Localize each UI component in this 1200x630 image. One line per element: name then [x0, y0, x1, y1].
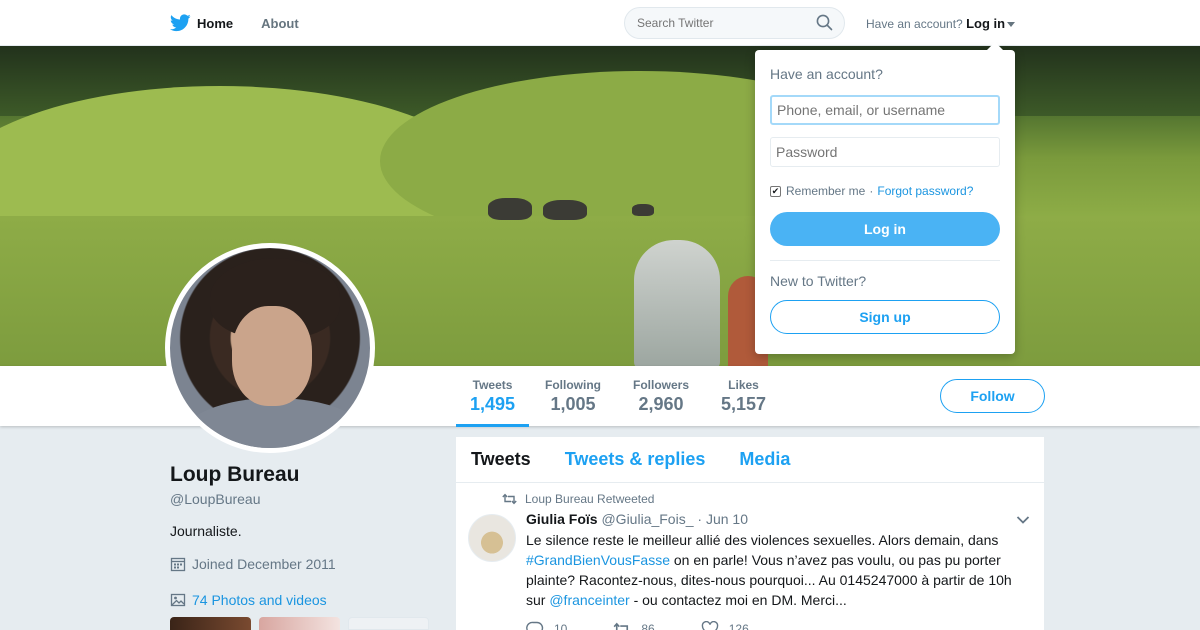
profile-name[interactable]: Loup Bureau	[170, 463, 300, 487]
username-field[interactable]	[770, 95, 1000, 125]
login-menu-label[interactable]: Log in	[966, 16, 1005, 31]
media-thumbnail[interactable]	[170, 617, 251, 630]
nav-left: Home About	[170, 0, 327, 46]
profile-handle[interactable]: @LoupBureau	[170, 491, 261, 507]
follow-button[interactable]: Follow	[940, 379, 1045, 413]
reply-icon	[526, 621, 544, 630]
retweet-context[interactable]: Loup Bureau Retweeted	[502, 492, 654, 506]
tweet-mention[interactable]: @franceinter	[549, 592, 629, 608]
profile-joined-text: Joined December 2011	[192, 556, 336, 572]
account-prompt[interactable]: Have an account? Log in	[866, 16, 1016, 31]
like-button[interactable]: 126	[701, 621, 749, 630]
calendar-icon	[170, 557, 186, 572]
stat-label: Following	[545, 378, 601, 392]
remember-row: ✔ Remember me · Forgot password?	[770, 184, 973, 198]
timeline-tabs: Tweets Tweets & replies Media	[456, 437, 1044, 483]
remember-checkbox[interactable]: ✔	[770, 185, 781, 197]
top-nav: Home About Have an account? Log in	[0, 0, 1200, 46]
divider	[770, 260, 1000, 261]
login-dropdown-title: Have an account?	[770, 66, 883, 82]
tweet-actions: 10 86 126	[526, 621, 795, 630]
stat-tweets[interactable]: Tweets 1,495	[455, 378, 530, 427]
stat-value: 1,495	[470, 394, 516, 414]
stat-value: 2,960	[638, 394, 684, 414]
avatar-sweater	[180, 398, 370, 448]
like-count: 126	[728, 622, 749, 630]
stat-label: Tweets	[472, 378, 513, 392]
retweet-icon	[613, 622, 629, 630]
media-thumbnail[interactable]	[259, 617, 340, 630]
tweet-hashtag[interactable]: #GrandBienVousFasse	[526, 552, 670, 568]
password-field[interactable]	[770, 137, 1000, 167]
stat-label: Followers	[633, 378, 690, 392]
stat-value: 5,157	[721, 394, 767, 414]
tab-tweets-replies[interactable]: Tweets & replies	[565, 449, 706, 470]
tab-tweets[interactable]: Tweets	[471, 449, 531, 470]
separator-dot: ·	[869, 184, 874, 198]
banner-animal	[488, 198, 532, 220]
tweet-author-avatar[interactable]	[468, 514, 516, 562]
avatar-face	[232, 306, 312, 406]
login-button[interactable]: Log in	[770, 212, 1000, 246]
profile-bio: Journaliste.	[170, 523, 242, 539]
forgot-password-link[interactable]: Forgot password?	[877, 184, 973, 198]
signup-button[interactable]: Sign up	[770, 300, 1000, 334]
stat-value: 1,005	[550, 394, 596, 414]
retweet-context-text: Loup Bureau Retweeted	[525, 492, 655, 506]
retweet-button[interactable]: 86	[613, 621, 655, 630]
reply-count: 10	[554, 622, 568, 630]
search-icon[interactable]	[816, 14, 833, 31]
profile-joined: Joined December 2011	[170, 556, 336, 572]
tweet-date[interactable]: · Jun 10	[697, 511, 748, 527]
tweet-author-handle[interactable]: @Giulia_Fois_	[601, 511, 693, 527]
chevron-down-icon[interactable]	[1016, 515, 1030, 525]
heart-icon	[701, 621, 718, 630]
tweet-text-part: Le silence reste le meilleur allié des v…	[526, 532, 999, 548]
retweet-icon	[502, 493, 517, 505]
timeline: Tweets Tweets & replies Media Loup Burea…	[456, 437, 1044, 630]
tweet-header: Giulia Foïs @Giulia_Fois_ · Jun 10	[526, 511, 748, 527]
stat-followers[interactable]: Followers 2,960	[633, 378, 689, 415]
tweet-text-part: - ou contactez moi en DM. Merci...	[629, 592, 847, 608]
stat-label: Likes	[728, 378, 759, 392]
banner-animal	[543, 200, 587, 220]
account-prompt-text: Have an account?	[866, 17, 963, 31]
login-dropdown: Have an account? ✔ Remember me · Forgot …	[755, 42, 1015, 354]
stat-following[interactable]: Following 1,005	[545, 378, 601, 415]
banner-animal	[632, 204, 654, 216]
banner-person	[634, 240, 720, 366]
tab-media[interactable]: Media	[739, 449, 790, 470]
twitter-bird-icon	[170, 14, 191, 32]
nav-home-label: Home	[197, 15, 234, 31]
search-input[interactable]	[624, 7, 845, 39]
profile-photos-text: 74 Photos and videos	[192, 592, 327, 608]
stat-likes[interactable]: Likes 5,157	[721, 378, 766, 415]
remember-label[interactable]: Remember me	[786, 184, 865, 198]
nav-home-link[interactable]: Home	[170, 14, 233, 32]
retweet-count: 86	[641, 622, 655, 630]
tweet-author-name[interactable]: Giulia Foïs	[526, 511, 598, 527]
media-thumbnail[interactable]	[348, 617, 429, 630]
nav-about-label: About	[261, 15, 299, 31]
new-to-twitter-text: New to Twitter?	[770, 273, 867, 289]
reply-button[interactable]: 10	[526, 621, 567, 630]
tweet-text: Le silence reste le meilleur allié des v…	[526, 530, 1026, 610]
profile-photos-link[interactable]: 74 Photos and videos	[170, 592, 327, 608]
avatar[interactable]	[165, 243, 375, 453]
nav-about-link[interactable]: About	[261, 16, 299, 31]
image-icon	[170, 593, 186, 607]
caret-down-icon	[1007, 22, 1016, 28]
